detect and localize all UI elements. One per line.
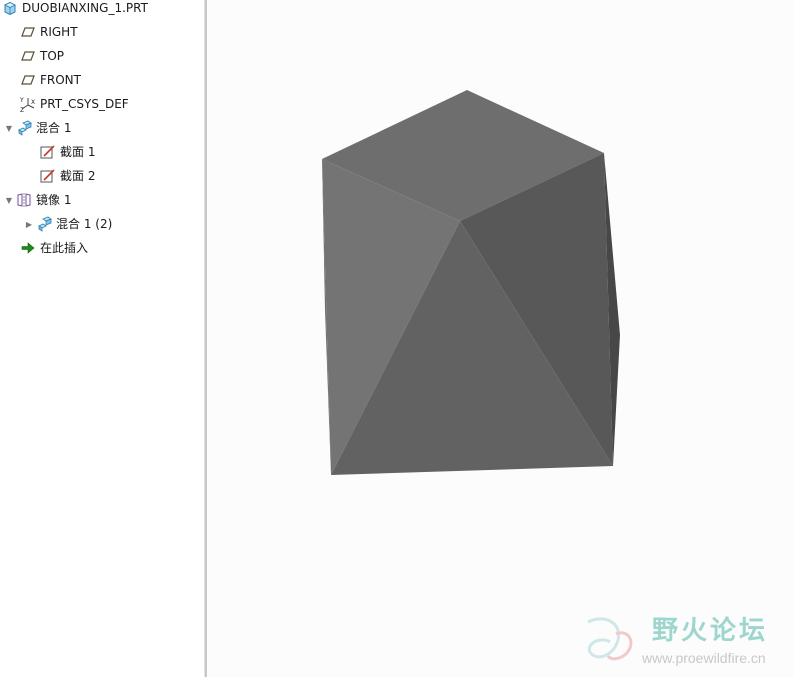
sketch-icon [40,168,56,184]
sketch-icon [40,144,56,160]
datum-plane-icon [20,48,36,64]
collapse-triangle-icon[interactable]: ▼ [4,196,14,205]
svg-text:Z: Z [20,107,24,112]
watermark-logo-icon [587,617,633,661]
expand-triangle-icon[interactable]: ▶ [24,220,34,229]
tree-item-label: PRT_CSYS_DEF [40,97,129,111]
blend-feature-icon [36,216,52,232]
tree-item-blend-1-copy[interactable]: ▶ 混合 1 (2) [24,214,112,234]
tree-item-label: TOP [40,49,65,63]
collapse-triangle-icon[interactable]: ▼ [4,124,14,133]
svg-text:Y: Y [20,97,24,104]
watermark-text: 野火论坛 [652,616,769,646]
tree-item-label: 截面 2 [60,169,96,183]
tree-item-label: RIGHT [40,25,78,39]
tree-item-label: 混合 1 (2) [56,217,113,231]
coordinate-system-icon: Y X Z [20,96,36,112]
tree-item-label: 混合 1 [36,121,72,135]
datum-plane-icon [20,24,36,40]
tree-item-label: 在此插入 [40,241,89,255]
tree-item-root-part[interactable]: DUOBIANXING_1.PRT [2,0,148,18]
watermark-url: www.proewildfire.cn [642,650,766,666]
tree-item-section-2[interactable]: 截面 2 [40,166,95,186]
tree-item-top-plane[interactable]: TOP [20,46,64,66]
tree-item-blend-1[interactable]: ▼ 混合 1 [4,118,71,138]
tree-item-label: FRONT [40,73,81,87]
tree-item-label: DUOBIANXING_1.PRT [22,1,148,15]
tree-item-label: 镜像 1 [36,193,72,207]
tree-item-section-1[interactable]: 截面 1 [40,142,95,162]
tree-item-csys[interactable]: Y X Z PRT_CSYS_DEF [20,94,129,114]
tree-item-right-plane[interactable]: RIGHT [20,22,78,42]
insert-here-arrow-icon [20,240,36,256]
part-icon [2,0,18,16]
datum-plane-icon [20,72,36,88]
forum-watermark: 野火论坛 www.proewildfire.cn [582,608,788,670]
tree-item-label: 截面 1 [60,145,96,159]
blend-feature-icon [16,120,32,136]
solid-model[interactable] [322,90,620,475]
mirror-icon [16,192,32,208]
tree-item-front-plane[interactable]: FRONT [20,70,81,90]
graphics-viewport[interactable] [207,0,794,677]
model-tree: DUOBIANXING_1.PRT RIGHT TOP FRONT Y X Z … [0,0,204,677]
tree-item-insert-here[interactable]: 在此插入 [20,238,88,258]
svg-text:X: X [31,99,35,106]
tree-item-mirror-1[interactable]: ▼ 镜像 1 [4,190,71,210]
